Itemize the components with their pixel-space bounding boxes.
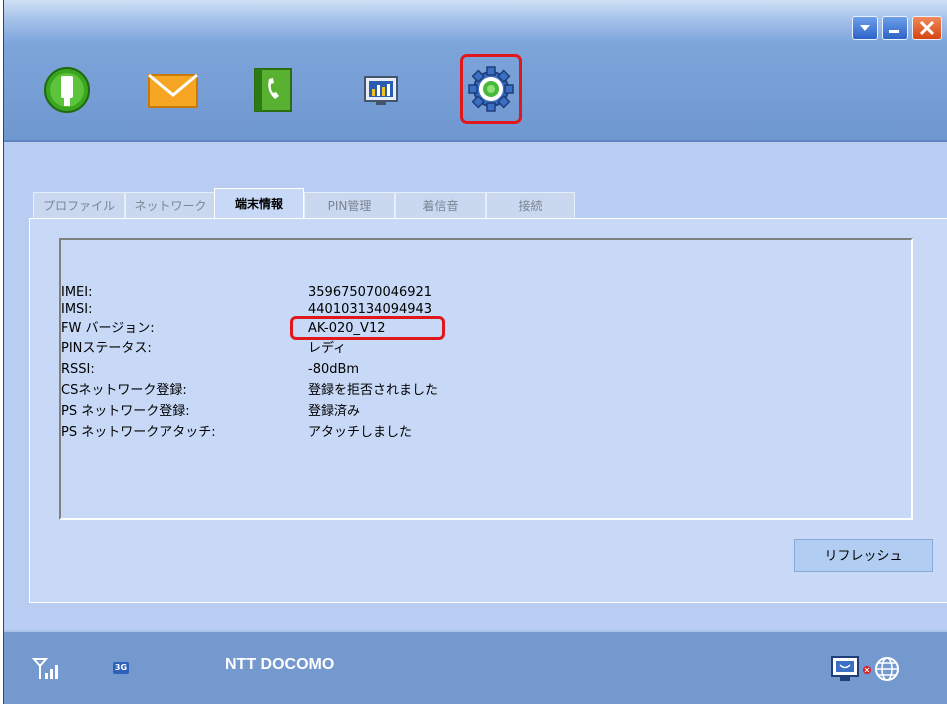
tab-connection[interactable]: 接続 [486,192,575,218]
restore-icon [889,30,899,33]
toolbar [4,42,947,142]
info-value: レディ [308,341,347,356]
toolbar-settings-button[interactable] [460,54,522,124]
title-bar [4,0,947,42]
tab-device-info[interactable]: 端末情報 [214,188,304,219]
info-row-imsi: IMSI: 440103134094943 [61,301,913,318]
info-value: 359675070046921 [308,285,433,300]
phone-book-icon [254,68,292,112]
info-label: PS ネットワークアタッチ: [61,425,216,440]
fw-version-highlight [290,316,445,340]
info-label: PINステータス: [61,341,152,356]
gear-icon [468,66,514,112]
info-value: アタッチしました [308,425,413,440]
tab-network[interactable]: ネットワーク [125,192,216,218]
connection-status-icon [831,656,899,681]
info-value: 登録済み [308,404,361,419]
close-icon [919,20,935,36]
info-label: CSネットワーク登録: [61,383,187,398]
toolbar-usb-button[interactable] [42,65,92,115]
tab-profile[interactable]: プロファイル [33,192,125,218]
info-row-pin-status: PINステータス: レディ [61,340,913,357]
tab-ringtone[interactable]: 着信音 [395,192,486,218]
info-label: FW バージョン: [61,321,155,336]
info-row-cs-network: CSネットワーク登録: 登録を拒否されました [61,382,913,399]
refresh-button[interactable]: リフレッシュ [794,539,933,572]
toolbar-mail-button[interactable] [146,65,198,115]
status-bar: 3G NTT DOCOMO [4,630,947,704]
close-button[interactable] [912,16,942,40]
mail-icon [148,73,198,108]
tab-pin-management[interactable]: PIN管理 [304,192,395,218]
info-value: 登録を拒否されました [308,383,439,398]
info-label: PS ネットワーク登録: [61,404,190,419]
info-value: -80dBm [308,362,360,377]
app-window: プロファイル ネットワーク 端末情報 PIN管理 着信音 接続 IMEI: 35… [3,0,947,704]
chevron-down-icon [860,25,870,31]
info-label: IMSI: [61,302,93,317]
toolbar-phone-button[interactable] [249,65,299,115]
info-row-fw-version: FW バージョン: AK-020_V12 [61,320,913,337]
minimize-button[interactable] [852,16,878,40]
info-row-rssi: RSSI: -80dBm [61,361,913,378]
info-label: RSSI: [61,362,95,377]
device-info-box [59,238,913,520]
signal-strength-icon [32,658,58,679]
info-row-ps-attach: PS ネットワークアタッチ: アタッチしました [61,424,913,441]
toolbar-statistics-button[interactable] [356,65,406,115]
network-type-badge: 3G [113,662,129,674]
info-label: IMEI: [61,285,93,300]
operator-name: NTT DOCOMO [225,656,335,673]
usb-modem-icon [44,67,90,113]
statistics-monitor-icon [364,76,398,105]
info-row-ps-network: PS ネットワーク登録: 登録済み [61,403,913,420]
maximize-button[interactable] [882,16,908,40]
info-row-imei: IMEI: 359675070046921 [61,284,913,301]
